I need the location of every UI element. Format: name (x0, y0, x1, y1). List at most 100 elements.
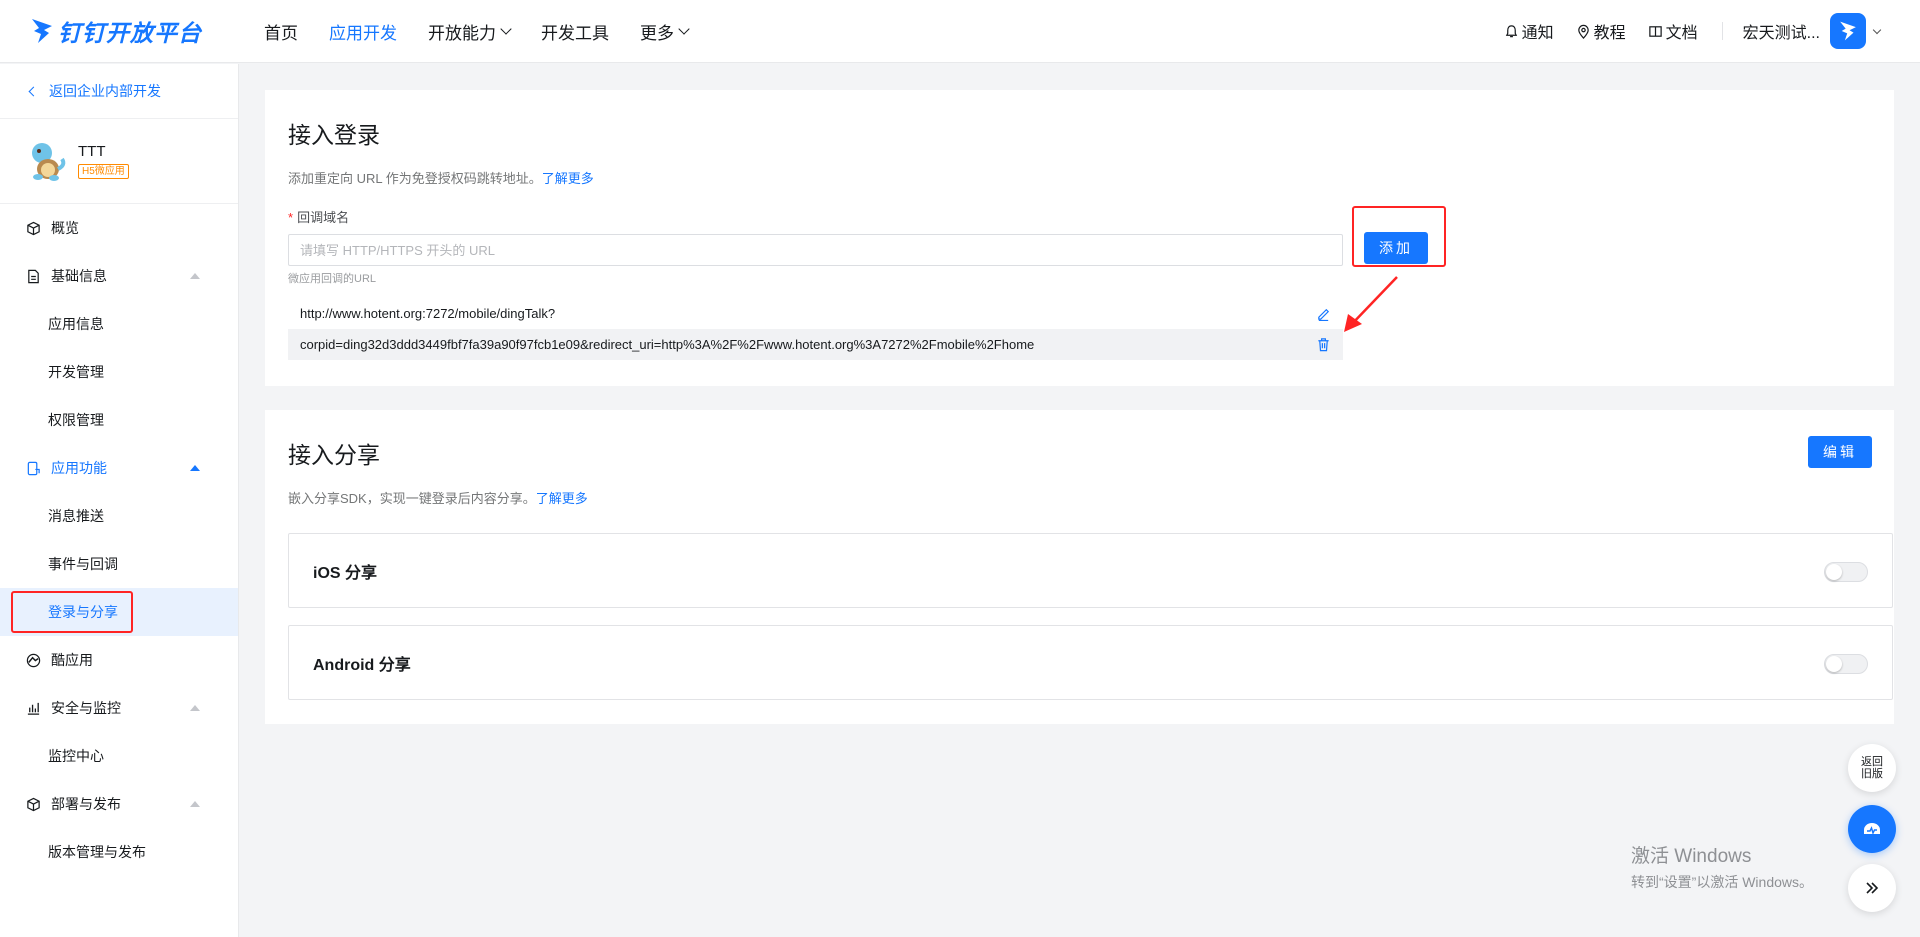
share-desc-text: 嵌入分享SDK，实现一键登录后内容分享。 (288, 491, 536, 506)
app-function-icon (27, 461, 40, 475)
menu-security[interactable]: 安全与监控 (0, 684, 238, 732)
share-learn-more-link[interactable]: 了解更多 (536, 491, 588, 506)
tutorial-label: 教程 (1593, 25, 1626, 42)
robot-assistant-icon (1864, 823, 1880, 835)
book-icon (1648, 25, 1662, 37)
android-share-label: Android 分享 (313, 656, 411, 674)
menu-overview-label: 概览 (51, 220, 79, 236)
menu-deploy[interactable]: 部署与发布 (0, 780, 238, 828)
brand-name: 钉钉开放平台 (58, 20, 202, 46)
menu-app-features[interactable]: 应用功能 (0, 444, 238, 492)
url-row: corpid=ding32d3ddd3449fbf7fa39a90f97fcb1… (288, 329, 1343, 360)
menu-dev-manage[interactable]: 开发管理 (0, 348, 238, 396)
menu-basic-info[interactable]: 基础信息 (0, 252, 238, 300)
tutorial-link[interactable]: 教程 (1576, 19, 1626, 43)
chevron-left-icon (28, 86, 39, 96)
main-nav: 首页 应用开发 开放能力 开发工具 更多 (264, 19, 719, 44)
expand-button[interactable] (1848, 864, 1896, 912)
share-section: 接入分享 编辑 嵌入分享SDK，实现一键登录后内容分享。了解更多 iOS 分享 … (265, 410, 1894, 724)
back-to-internal-dev-link[interactable]: 返回企业内部开发 (0, 64, 238, 119)
sidebar: 返回企业内部开发 TTT H5微应用 概览 基础信息 应用信息 开发管理 权限管… (0, 64, 239, 937)
app-name: TTT (78, 143, 106, 160)
login-section: 接入登录 添加重定向 URL 作为免登授权码跳转地址。了解更多 *回调域名 微应… (265, 90, 1894, 386)
cube-icon (27, 221, 40, 235)
add-url-button[interactable]: 添加 (1364, 232, 1428, 264)
nav-open-capability[interactable]: 开放能力 (428, 19, 512, 44)
nav-open-capability-label: 开放能力 (428, 23, 496, 43)
menu-monitor-label: 监控中心 (48, 748, 104, 764)
menu-monitor[interactable]: 监控中心 (0, 732, 238, 780)
nav-dev-tools[interactable]: 开发工具 (541, 19, 609, 44)
document-icon (28, 269, 39, 283)
assistant-robot-button[interactable] (1848, 805, 1896, 853)
trash-icon[interactable] (1316, 337, 1331, 352)
menu-security-label: 安全与监控 (51, 700, 121, 716)
ios-share-toggle[interactable] (1824, 562, 1868, 582)
watermark-line1: 激活 Windows (1631, 846, 1752, 867)
bell-icon (1505, 24, 1517, 37)
menu-message-push-label: 消息推送 (48, 508, 104, 524)
edit-icon[interactable] (1316, 306, 1331, 321)
user-name[interactable]: 宏天测试... (1743, 19, 1820, 43)
url-row: http://www.hotent.org:7272/mobile/dingTa… (288, 298, 1343, 329)
app-meta: TTT H5微应用 (78, 143, 129, 179)
callback-domain-label: * 回调域名 (288, 207, 349, 226)
toggle-knob (1826, 564, 1842, 580)
nav-home[interactable]: 首页 (264, 19, 298, 44)
login-desc-text: 添加重定向 URL 作为免登授权码跳转地址。 (288, 171, 542, 186)
menu-version[interactable]: 版本管理与发布 (0, 828, 238, 876)
menu-login-share-label: 登录与分享 (48, 604, 118, 620)
login-section-title: 接入登录 (288, 122, 380, 148)
caret-up-icon (190, 273, 200, 279)
dingtalk-avatar-icon (1840, 21, 1856, 41)
toggle-knob (1826, 656, 1842, 672)
nav-home-label: 首页 (264, 23, 298, 43)
callback-domain-label-text: 回调域名 (297, 210, 350, 225)
windows-activation-watermark: 激活 Windows 转到“设置”以激活 Windows。 (1631, 841, 1813, 892)
menu-cool-app[interactable]: 酷应用 (0, 636, 238, 684)
notice-link[interactable]: 通知 (1504, 19, 1554, 43)
ios-share-row: iOS 分享 (288, 533, 1893, 608)
location-pin-icon (1577, 24, 1589, 39)
share-section-title: 接入分享 (288, 442, 380, 468)
edit-share-button[interactable]: 编辑 (1808, 436, 1872, 468)
user-avatar[interactable] (1830, 13, 1866, 49)
watermark-line2: 转到“设置”以激活 Windows。 (1631, 874, 1814, 890)
nav-app-dev[interactable]: 应用开发 (329, 19, 397, 44)
login-section-desc: 添加重定向 URL 作为免登授权码跳转地址。了解更多 (288, 168, 594, 187)
android-share-toggle[interactable] (1824, 654, 1868, 674)
menu-app-info[interactable]: 应用信息 (0, 300, 238, 348)
brand-logo[interactable]: 钉钉开放平台 (30, 14, 230, 48)
caret-up-icon (190, 801, 200, 807)
cool-app-icon (26, 653, 41, 667)
menu-overview[interactable]: 概览 (0, 204, 238, 252)
share-section-desc: 嵌入分享SDK，实现一键登录后内容分享。了解更多 (288, 488, 588, 507)
menu-events-callback[interactable]: 事件与回调 (0, 540, 238, 588)
menu-cool-app-label: 酷应用 (51, 652, 93, 668)
chevron-down-icon[interactable] (1872, 25, 1882, 34)
login-learn-more-link[interactable]: 了解更多 (542, 171, 594, 186)
old-version-line2: 旧版 (1861, 768, 1883, 780)
dingtalk-logo-icon (32, 19, 52, 43)
notice-label: 通知 (1521, 25, 1554, 42)
nav-more[interactable]: 更多 (640, 19, 690, 44)
url-row-text: http://www.hotent.org:7272/mobile/dingTa… (300, 306, 556, 321)
chevron-down-icon (500, 22, 512, 35)
nav-divider (1721, 22, 1723, 40)
menu-login-share[interactable]: 登录与分享 (0, 588, 238, 636)
cube-icon (27, 797, 40, 811)
nav-right: 通知 教程 文档 宏天测试... (1482, 13, 1882, 49)
menu-version-label: 版本管理与发布 (48, 844, 146, 860)
chevron-down-icon (678, 22, 690, 35)
docs-link[interactable]: 文档 (1648, 19, 1698, 43)
app-card: TTT H5微应用 (0, 119, 238, 204)
menu-perm-manage[interactable]: 权限管理 (0, 396, 238, 444)
menu-perm-manage-label: 权限管理 (48, 412, 104, 428)
menu-dev-manage-label: 开发管理 (48, 364, 104, 380)
android-share-row: Android 分享 (288, 625, 1893, 700)
caret-up-icon (190, 705, 200, 711)
back-to-old-version-button[interactable]: 返回 旧版 (1848, 744, 1896, 792)
callback-url-input[interactable] (288, 234, 1343, 266)
menu-message-push[interactable]: 消息推送 (0, 492, 238, 540)
ios-share-label: iOS 分享 (313, 564, 378, 582)
